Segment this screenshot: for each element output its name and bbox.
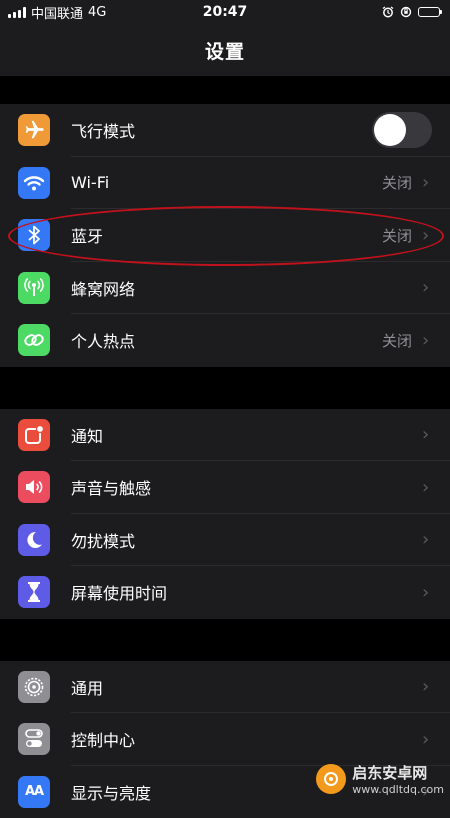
row-label: 个人热点 — [71, 328, 382, 352]
moon-icon — [18, 524, 50, 556]
row-label: 通用 — [71, 675, 422, 699]
switches-icon — [18, 723, 50, 755]
chevron-right-icon: › — [422, 582, 432, 603]
notifications-icon — [18, 419, 50, 451]
settings-group-notifications: 通知 › 声音与触感 › 勿扰模式 › 屏幕使用时间 › — [0, 409, 450, 619]
row-personal-hotspot[interactable]: 个人热点 关闭 › — [0, 314, 450, 367]
row-do-not-disturb[interactable]: 勿扰模式 › — [0, 514, 450, 567]
nav-bar: 设置 — [0, 24, 450, 76]
cellular-icon — [18, 272, 50, 304]
watermark-title: 启东安卓网 — [352, 762, 444, 783]
chevron-right-icon: › — [422, 529, 432, 550]
alarm-icon — [382, 6, 394, 18]
row-cellular[interactable]: 蜂窝网络 › — [0, 262, 450, 315]
network-type: 4G — [88, 5, 106, 20]
row-notifications[interactable]: 通知 › — [0, 409, 450, 462]
row-label: 蜂窝网络 — [71, 276, 412, 300]
row-value: 关闭 — [382, 225, 412, 246]
sound-icon — [18, 471, 50, 503]
watermark-url: www.qdltdq.com — [352, 783, 444, 796]
row-label: 飞行模式 — [71, 118, 372, 142]
signal-icon — [8, 7, 26, 18]
row-label: 屏幕使用时间 — [71, 580, 422, 604]
carrier-name: 中国联通 — [31, 3, 83, 22]
display-icon: AA — [18, 776, 50, 808]
gear-icon — [18, 671, 50, 703]
status-right — [382, 6, 440, 18]
page-title: 设置 — [205, 37, 245, 64]
row-label: 控制中心 — [71, 727, 422, 751]
row-label: 通知 — [71, 423, 422, 447]
chevron-right-icon: › — [422, 172, 432, 193]
row-label: 声音与触感 — [71, 475, 422, 499]
chevron-right-icon: › — [422, 477, 432, 498]
chevron-right-icon: › — [422, 277, 432, 298]
battery-icon — [418, 7, 440, 17]
row-label: 蓝牙 — [71, 223, 382, 247]
chevron-right-icon: › — [422, 330, 432, 351]
settings-group-connectivity: 飞行模式 Wi-Fi 关闭 › 蓝牙 关闭 › 蜂窝网络 › 个人热点 关闭 — [0, 104, 450, 367]
row-sounds-haptics[interactable]: 声音与触感 › — [0, 461, 450, 514]
status-bar: 中国联通 4G 20:47 — [0, 0, 450, 24]
row-value: 关闭 — [382, 330, 412, 351]
section-spacer — [0, 367, 450, 409]
row-value: 关闭 — [382, 172, 412, 193]
row-wifi[interactable]: Wi-Fi 关闭 › — [0, 157, 450, 210]
watermark: 启东安卓网 www.qdltdq.com — [316, 762, 444, 796]
row-label: Wi-Fi — [71, 173, 382, 192]
row-control-center[interactable]: 控制中心 › — [0, 713, 450, 766]
status-left: 中国联通 4G — [8, 3, 106, 22]
row-general[interactable]: 通用 › — [0, 661, 450, 714]
bluetooth-icon — [18, 219, 50, 251]
toggle-knob — [374, 114, 406, 146]
section-spacer — [0, 619, 450, 661]
hotspot-icon — [18, 324, 50, 356]
row-bluetooth[interactable]: 蓝牙 关闭 › — [0, 209, 450, 262]
airplane-mode-toggle[interactable] — [372, 112, 432, 148]
watermark-logo-icon — [316, 764, 346, 794]
chevron-right-icon: › — [422, 225, 432, 246]
row-screen-time[interactable]: 屏幕使用时间 › — [0, 566, 450, 619]
watermark-text: 启东安卓网 www.qdltdq.com — [352, 762, 444, 796]
section-spacer — [0, 76, 450, 104]
chevron-right-icon: › — [422, 424, 432, 445]
chevron-right-icon: › — [422, 729, 432, 750]
hourglass-icon — [18, 576, 50, 608]
wifi-icon — [18, 167, 50, 199]
row-airplane-mode: 飞行模式 — [0, 104, 450, 157]
airplane-icon — [18, 114, 50, 146]
row-label: 勿扰模式 — [71, 528, 422, 552]
status-time: 20:47 — [203, 4, 248, 20]
chevron-right-icon: › — [422, 676, 432, 697]
orientation-lock-icon — [400, 6, 412, 18]
